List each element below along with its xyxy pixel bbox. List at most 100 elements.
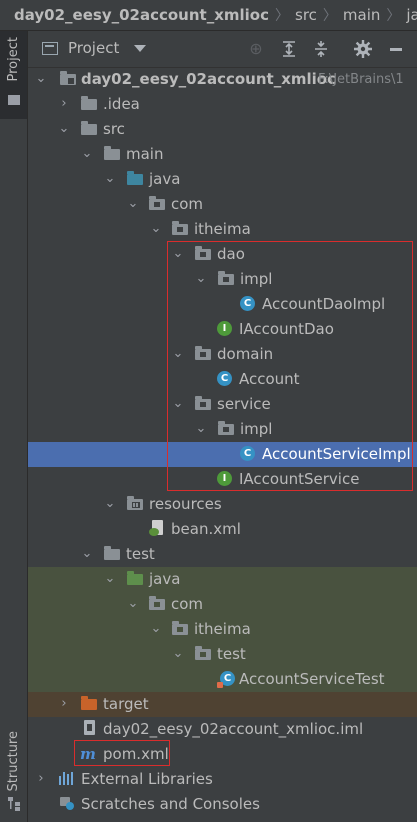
tree-node-label: day02_eesy_02account_xmlioc.iml [103, 720, 364, 738]
breadcrumb-separator-icon: 〉 [275, 8, 289, 24]
tree-node-scratches[interactable]: Scratches and Consoles [28, 792, 417, 817]
chevron-down-icon[interactable]: ⌄ [126, 196, 140, 212]
structure-icon[interactable] [8, 797, 20, 811]
project-path: F:\JetBrains\1 [318, 72, 404, 87]
chevron-down-icon[interactable]: ⌄ [171, 246, 185, 262]
left-tool-stripe: Project Structure [0, 31, 28, 822]
tree-node-service-impl[interactable]: ⌄ impl [28, 417, 417, 442]
tree-node-dao-impl[interactable]: ⌄ impl [28, 267, 417, 292]
tree-node-src[interactable]: ⌄ src [28, 117, 417, 142]
tree-node-test-java[interactable]: ⌄ java [28, 567, 417, 592]
chevron-right-icon[interactable]: › [57, 696, 71, 712]
chevron-down-icon[interactable]: ⌄ [194, 421, 208, 437]
tree-node-test-package[interactable]: ⌄ test [28, 642, 417, 667]
chevron-down-icon[interactable]: ⌄ [34, 71, 48, 87]
tree-node-test[interactable]: ⌄ test [28, 542, 417, 567]
breadcrumb-main[interactable]: main [339, 6, 384, 24]
class-icon: C [240, 296, 257, 312]
chevron-down-icon[interactable]: ⌄ [103, 171, 117, 187]
chevron-down-icon[interactable]: ⌄ [194, 271, 208, 287]
chevron-right-icon[interactable]: › [57, 96, 71, 112]
breadcrumb-java[interactable]: java [402, 6, 417, 24]
test-class-icon: C [217, 671, 237, 688]
chevron-down-icon[interactable]: ⌄ [103, 571, 117, 587]
structure-tab-label[interactable]: Structure [6, 731, 21, 791]
chevron-down-icon[interactable]: ⌄ [80, 146, 94, 162]
chevron-down-icon[interactable]: ⌄ [103, 496, 117, 512]
library-icon [59, 771, 76, 787]
maven-icon: m [80, 745, 96, 763]
breadcrumb-src[interactable]: src [291, 6, 321, 24]
tree-node-account-dao-impl[interactable]: C AccountDaoImpl [28, 292, 417, 317]
project-view-title[interactable]: Project [68, 39, 119, 57]
project-tool-window-header: Project ⊕ [28, 31, 417, 68]
package-icon [218, 421, 235, 437]
tree-node-resources[interactable]: ⌄ resources [28, 492, 417, 517]
chevron-down-icon[interactable]: ⌄ [149, 221, 163, 237]
tree-node-idea[interactable]: › .idea [28, 92, 417, 117]
chevron-down-icon[interactable]: ⌄ [171, 346, 185, 362]
tree-node-account-service-test[interactable]: C AccountServiceTest [28, 667, 417, 692]
tree-node-itheima[interactable]: ⌄ itheima [28, 217, 417, 242]
chevron-down-icon[interactable]: ⌄ [171, 396, 185, 412]
tree-node-target[interactable]: › target [28, 692, 417, 717]
folder-icon [104, 146, 121, 162]
package-icon [195, 646, 212, 662]
tree-node-label: main [126, 145, 164, 163]
tree-node-pom-xml[interactable]: m pom.xml [28, 742, 417, 767]
tree-node-domain[interactable]: ⌄ domain [28, 342, 417, 367]
tree-node-java[interactable]: ⌄ java [28, 167, 417, 192]
spring-xml-icon [149, 520, 168, 537]
chevron-down-icon[interactable]: ⌄ [57, 121, 71, 137]
tree-node-com[interactable]: ⌄ com [28, 192, 417, 217]
tree-node-label: IAccountService [239, 470, 360, 488]
project-tree[interactable]: ⌄ day02_eesy_02account_xmlioc F:\JetBrai… [28, 67, 417, 822]
tree-node-label: dao [217, 245, 245, 263]
gear-icon[interactable] [353, 39, 373, 59]
tree-node-label: domain [217, 345, 274, 363]
tree-node-test-com[interactable]: ⌄ com [28, 592, 417, 617]
tree-node-account-service-impl[interactable]: C AccountServiceImpl [28, 442, 417, 467]
tree-node-service[interactable]: ⌄ service [28, 392, 417, 417]
tree-node-bean-xml[interactable]: bean.xml [28, 517, 417, 542]
package-icon [172, 621, 189, 637]
tree-node-label: External Libraries [81, 770, 213, 788]
tree-node-label: src [103, 120, 125, 138]
project-tab-label: Project [6, 37, 21, 82]
locate-file-icon[interactable]: ⊕ [246, 39, 266, 59]
collapse-all-icon[interactable] [311, 39, 331, 59]
chevron-down-icon[interactable] [134, 45, 146, 52]
chevron-down-icon[interactable]: ⌄ [171, 646, 185, 662]
chevron-down-icon[interactable]: ⌄ [126, 596, 140, 612]
tree-node-label: AccountServiceTest [239, 670, 385, 688]
test-source-folder-icon [127, 571, 144, 587]
tree-node-label: test [217, 645, 246, 663]
chevron-down-icon[interactable]: ⌄ [149, 621, 163, 637]
package-icon [195, 396, 212, 412]
tree-node-iaccount-service[interactable]: I IAccountService [28, 467, 417, 492]
tree-node-project-root[interactable]: ⌄ day02_eesy_02account_xmlioc F:\JetBrai… [28, 67, 417, 92]
tree-node-iml-file[interactable]: day02_eesy_02account_xmlioc.iml [28, 717, 417, 742]
expand-all-icon[interactable] [279, 39, 299, 59]
tree-node-main[interactable]: ⌄ main [28, 142, 417, 167]
tree-node-account[interactable]: C Account [28, 367, 417, 392]
tree-node-label: itheima [194, 220, 251, 238]
hide-window-icon[interactable] [386, 42, 406, 56]
navigation-breadcrumb: day02_eesy_02account_xmlioc 〉 src 〉 main… [0, 0, 417, 31]
tree-node-test-itheima[interactable]: ⌄ itheima [28, 617, 417, 642]
package-icon [195, 346, 212, 362]
tree-node-external-libraries[interactable]: › External Libraries [28, 767, 417, 792]
module-file-icon [83, 720, 100, 737]
breadcrumb-project[interactable]: day02_eesy_02account_xmlioc [0, 6, 273, 24]
chevron-down-icon[interactable]: ⌄ [80, 546, 94, 562]
chevron-right-icon[interactable]: › [34, 771, 48, 787]
tree-node-label: IAccountDao [239, 320, 334, 338]
folder-icon [8, 95, 20, 105]
tree-node-iaccount-dao[interactable]: I IAccountDao [28, 317, 417, 342]
folder-icon [104, 546, 121, 562]
tree-node-dao[interactable]: ⌄ dao [28, 242, 417, 267]
project-tool-tab[interactable]: Project [0, 31, 27, 119]
tree-node-label: test [126, 545, 155, 563]
tree-node-label: .idea [103, 95, 140, 113]
project-view-icon [42, 42, 58, 55]
